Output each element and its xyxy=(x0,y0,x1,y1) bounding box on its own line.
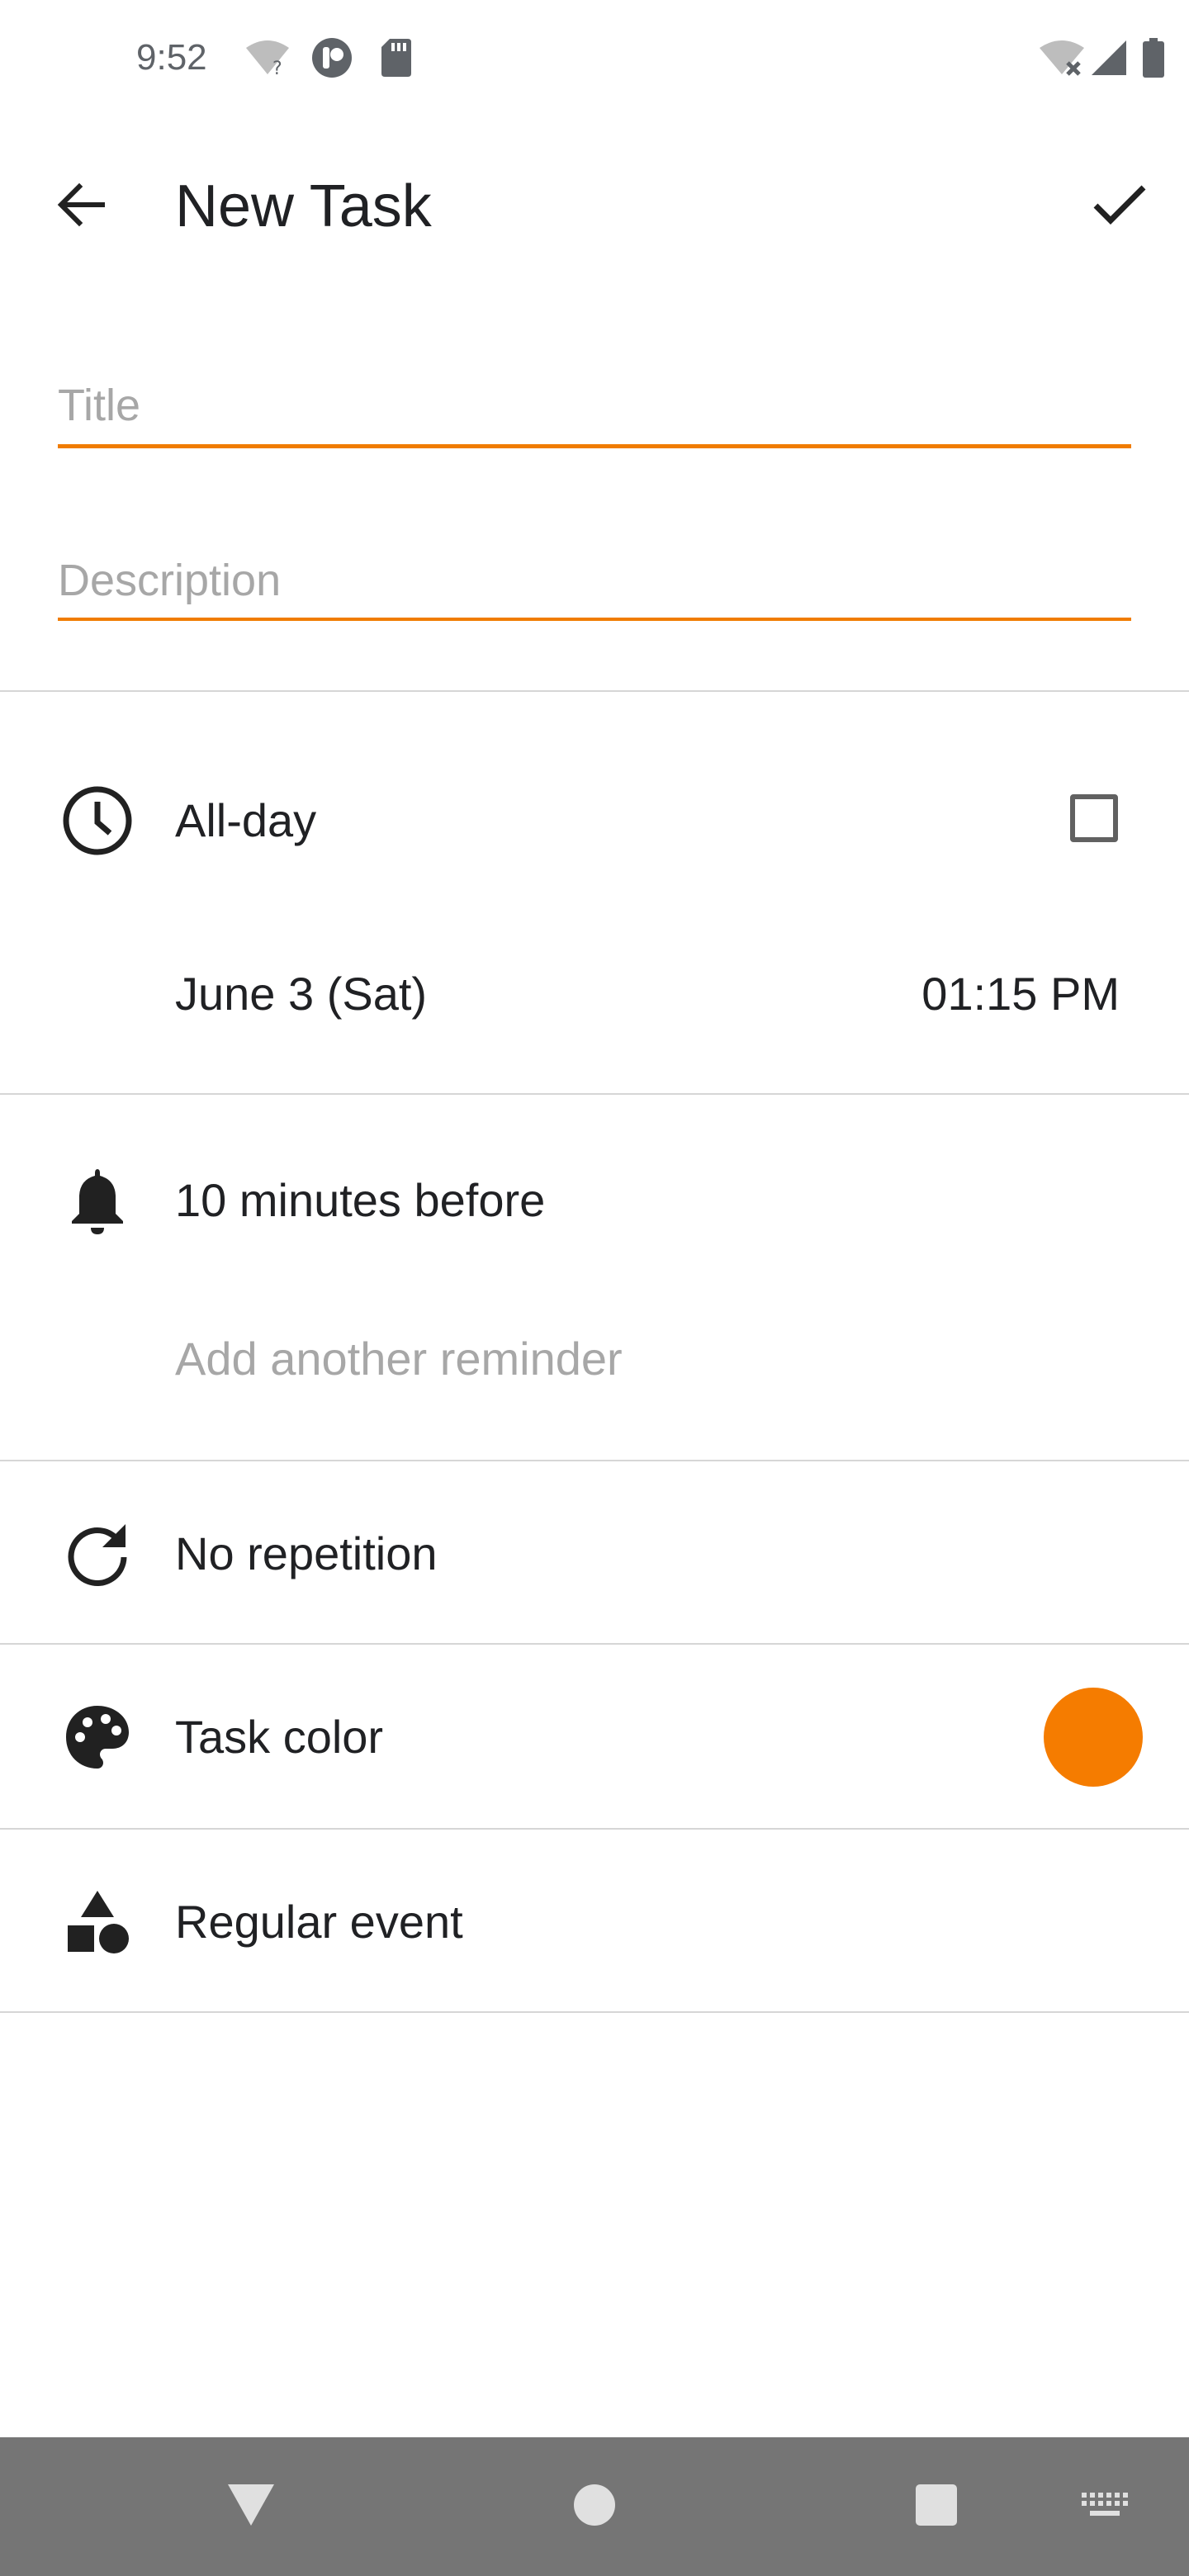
nav-home-button[interactable] xyxy=(553,2465,636,2548)
all-day-label: All-day xyxy=(175,794,317,846)
pie-app-icon xyxy=(310,36,353,79)
all-day-checkbox[interactable] xyxy=(1070,794,1118,842)
nav-back-button[interactable] xyxy=(210,2465,292,2548)
recents-square-icon xyxy=(914,2483,959,2531)
reminder-item[interactable]: 10 minutes before xyxy=(175,1167,545,1234)
back-button[interactable] xyxy=(40,165,122,248)
nav-keyboard-button[interactable] xyxy=(1072,2474,1138,2540)
back-triangle-icon xyxy=(226,2483,276,2531)
page-title: New Task xyxy=(175,173,432,239)
wifi-off-icon xyxy=(1037,36,1087,79)
task-color-label: Task color xyxy=(175,1711,384,1763)
bell-icon xyxy=(56,1159,139,1242)
divider xyxy=(0,1093,1189,1095)
date-selector[interactable]: June 3 (Sat) xyxy=(175,961,427,1027)
time-selector[interactable]: 01:15 PM xyxy=(875,961,1120,1027)
description-underline xyxy=(58,618,1131,621)
wifi-question-icon: ? xyxy=(244,36,291,79)
home-circle-icon xyxy=(572,2483,617,2531)
title-input[interactable]: Title xyxy=(58,376,1131,452)
clock-icon xyxy=(56,779,139,862)
cell-signal-icon xyxy=(1088,36,1130,79)
event-type-label: Regular event xyxy=(175,1896,463,1948)
arrow-left-icon xyxy=(56,180,106,234)
nav-recents-button[interactable] xyxy=(895,2465,978,2548)
divider xyxy=(0,690,1189,692)
status-time: 9:52 xyxy=(136,37,207,78)
add-reminder-button[interactable]: Add another reminder xyxy=(175,1326,623,1392)
divider xyxy=(0,2011,1189,2013)
keyboard-icon xyxy=(1080,2491,1130,2523)
event-type-row[interactable]: Regular event xyxy=(0,1830,1189,2011)
task-color-swatch[interactable] xyxy=(1044,1688,1143,1787)
battery-icon xyxy=(1139,36,1168,79)
task-color-row[interactable]: Task color xyxy=(0,1645,1189,1826)
title-placeholder: Title xyxy=(58,381,141,430)
description-placeholder: Description xyxy=(58,556,282,605)
title-underline xyxy=(58,444,1131,448)
check-icon xyxy=(1092,182,1147,231)
repetition-row[interactable]: No repetition xyxy=(0,1461,1189,1643)
repetition-label: No repetition xyxy=(175,1527,438,1579)
description-input[interactable]: Description xyxy=(58,552,1131,626)
system-nav-bar xyxy=(0,2437,1189,2576)
repeat-icon xyxy=(56,1513,139,1595)
save-button[interactable] xyxy=(1078,165,1161,248)
palette-icon xyxy=(56,1696,139,1778)
svg-text:?: ? xyxy=(272,59,282,78)
shapes-icon xyxy=(56,1881,139,1963)
sd-card-icon xyxy=(378,36,414,79)
